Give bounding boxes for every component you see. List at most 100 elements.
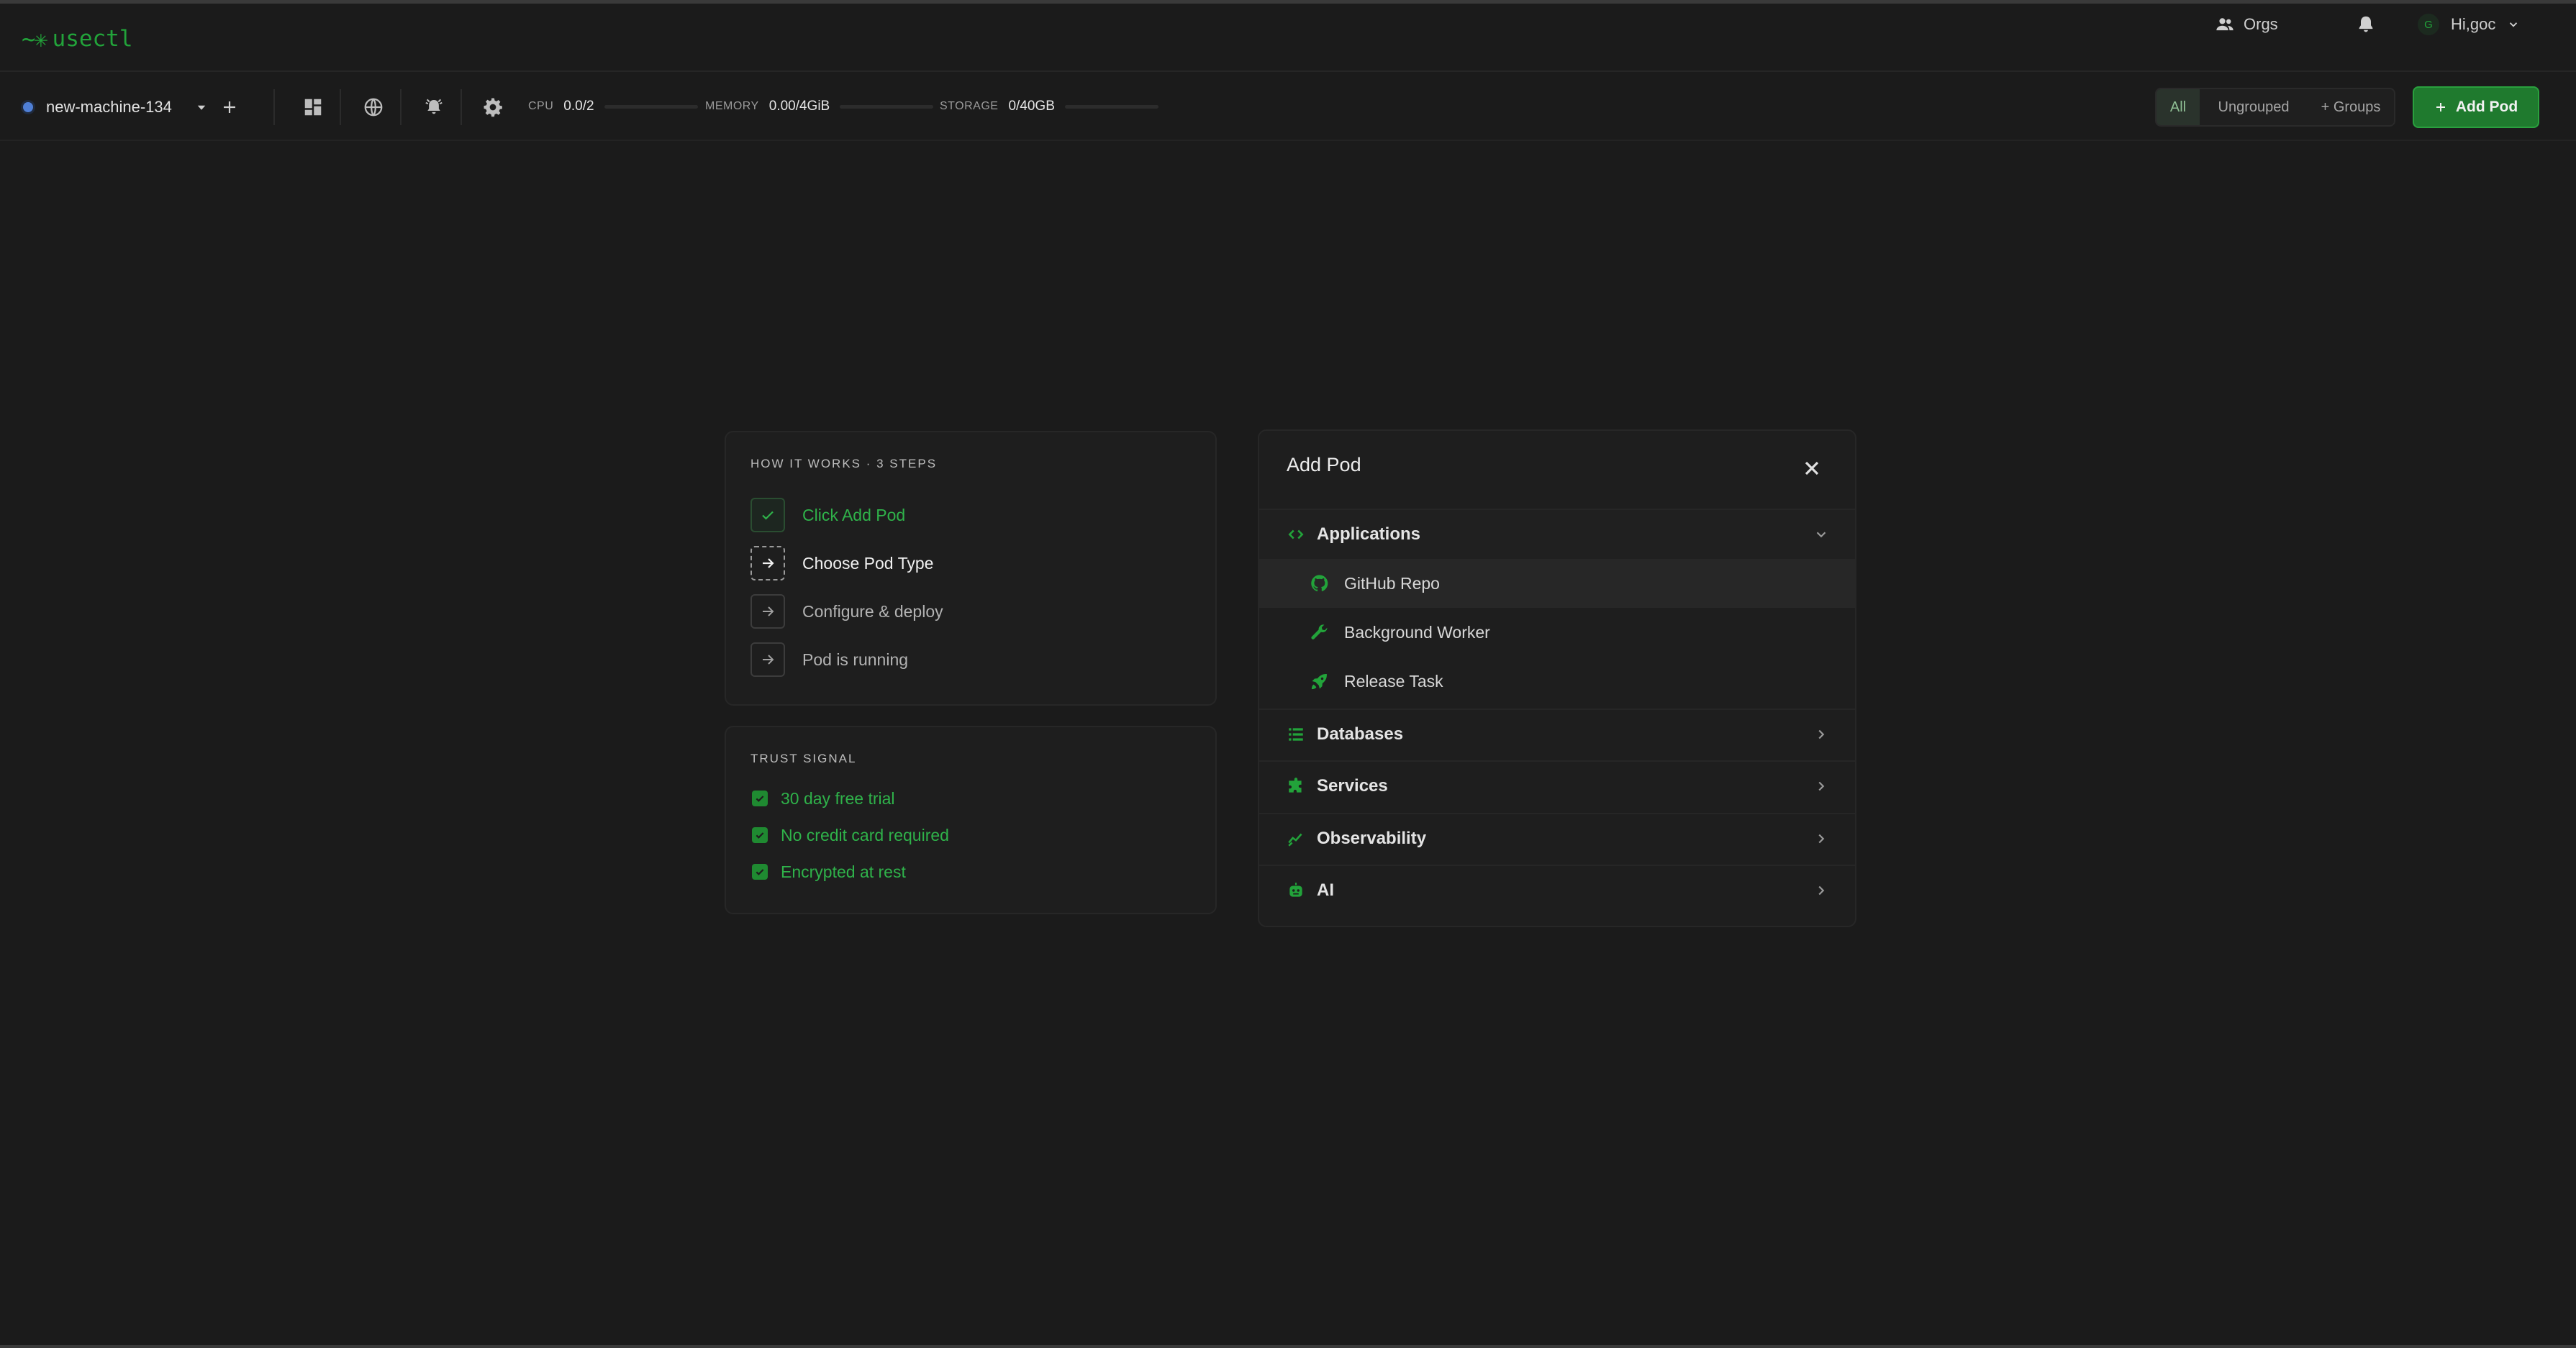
trust-signal-title: TRUST SIGNAL — [750, 752, 857, 765]
pod-type-label: GitHub Repo — [1344, 573, 1440, 593]
trust-signal-card: TRUST SIGNAL 30 day free trial No credit… — [725, 726, 1217, 914]
category-databases[interactable]: Databases — [1259, 709, 1855, 759]
puzzle-icon — [1289, 778, 1302, 793]
memory-value: 0.00/4GiB — [768, 99, 830, 114]
trust-item: No credit card required — [752, 824, 949, 846]
memory-metric: MEMORY 0.00/4GiB — [705, 95, 934, 118]
add-pod-button[interactable]: Add Pod — [2413, 86, 2539, 128]
category-label: Applications — [1317, 524, 1421, 544]
trust-item-label: Encrypted at rest — [781, 862, 906, 881]
filter-all[interactable]: All — [2157, 89, 2200, 125]
step-status-box — [750, 594, 785, 629]
trust-item: 30 day free trial — [752, 788, 895, 809]
gear-icon[interactable] — [482, 96, 504, 118]
step-item: Click Add Pod — [750, 497, 905, 533]
app-logo[interactable]: ~✳ usectl — [22, 22, 133, 56]
how-it-works-title: HOW IT WORKS · 3 STEPS — [750, 457, 938, 470]
github-icon — [1311, 575, 1328, 592]
panel-title: Add Pod — [1287, 454, 1361, 475]
step-label: Choose Pod Type — [802, 553, 934, 573]
pod-type-background-worker[interactable]: Background Worker — [1259, 608, 1855, 657]
pod-type-label: Background Worker — [1344, 622, 1490, 642]
category-label: Observability — [1317, 829, 1427, 848]
machine-status-dot — [23, 102, 33, 112]
toolbar-divider — [461, 89, 462, 125]
filter-groups[interactable]: + Groups — [2308, 89, 2394, 125]
chevron-right-icon — [1818, 781, 1825, 791]
user-greeting: Hi,goc — [2451, 15, 2496, 33]
chevron-right-icon — [1818, 885, 1825, 896]
step-item: Choose Pod Type — [750, 545, 933, 581]
list-icon — [1289, 728, 1303, 741]
category-applications[interactable]: Applications — [1259, 509, 1855, 559]
group-filter: All Ungrouped + Groups — [2155, 88, 2395, 127]
alarm-bell-icon[interactable] — [423, 96, 445, 118]
pod-type-label: Release Task — [1344, 671, 1443, 691]
trust-item: Encrypted at rest — [752, 861, 906, 883]
add-pod-panel: Add Pod Applications GitHub Repo Backgro… — [1258, 429, 1856, 927]
logo-text: usectl — [52, 26, 133, 52]
wrench-icon — [1311, 624, 1328, 639]
storage-usage-bar — [1064, 104, 1158, 109]
step-status-box — [750, 642, 785, 677]
how-it-works-card: HOW IT WORKS · 3 STEPS Click Add Pod Cho… — [725, 431, 1217, 706]
rocket-icon — [1311, 674, 1327, 690]
pod-type-github-repo[interactable]: GitHub Repo — [1259, 559, 1855, 608]
step-status-box — [750, 546, 785, 580]
trend-icon — [1288, 833, 1302, 847]
machine-name: new-machine-134 — [46, 98, 172, 116]
cpu-usage-bar — [604, 104, 698, 109]
plus-icon[interactable] — [221, 99, 238, 116]
memory-usage-bar — [840, 104, 934, 109]
category-services[interactable]: Services — [1259, 760, 1855, 811]
dashboard-icon[interactable] — [302, 96, 324, 118]
cpu-value: 0.0/2 — [563, 99, 594, 114]
top-bar: ~✳ usectl Orgs G Hi,goc — [0, 7, 2576, 72]
chevron-right-icon — [1818, 729, 1825, 739]
filter-ungrouped[interactable]: Ungrouped — [2200, 89, 2308, 125]
avatar: G — [2418, 14, 2439, 35]
storage-value: 0/40GB — [1008, 99, 1055, 114]
step-label: Pod is running — [802, 650, 909, 669]
checkbox-checked-icon — [752, 864, 768, 880]
storage-metric: STORAGE 0/40GB — [940, 95, 1158, 118]
chevron-down-icon — [1816, 532, 1826, 538]
logo-mark-icon: ~✳ — [22, 25, 48, 53]
cpu-label: CPU — [528, 100, 554, 112]
storage-label: STORAGE — [940, 100, 999, 112]
checkbox-checked-icon — [752, 827, 768, 843]
step-item: Pod is running — [750, 642, 908, 678]
step-label: Configure & deploy — [802, 601, 943, 621]
toolbar-divider — [400, 89, 402, 125]
toolbar-divider — [340, 89, 341, 125]
step-label: Click Add Pod — [802, 505, 906, 524]
memory-label: MEMORY — [705, 100, 759, 112]
category-ai[interactable]: AI — [1259, 865, 1855, 915]
machine-toolbar: new-machine-134 CPU 0.0/2 MEMORY 0.00/4G… — [0, 73, 2576, 141]
globe-icon[interactable] — [363, 96, 384, 118]
users-icon — [2216, 18, 2233, 31]
arrow-right-icon — [763, 655, 774, 665]
category-label: Services — [1317, 776, 1388, 796]
machine-selector[interactable]: new-machine-134 — [23, 89, 275, 125]
trust-item-label: 30 day free trial — [781, 788, 895, 808]
arrow-right-icon — [763, 558, 774, 568]
arrow-right-icon — [763, 606, 774, 616]
plus-icon — [2436, 103, 2445, 111]
close-icon[interactable] — [1800, 457, 1823, 480]
check-icon — [762, 511, 774, 520]
checkbox-checked-icon — [752, 791, 768, 806]
robot-icon — [1289, 883, 1302, 897]
trust-item-label: No credit card required — [781, 825, 949, 844]
orgs-label: Orgs — [2244, 15, 2278, 33]
orgs-button[interactable]: Orgs — [2215, 7, 2278, 42]
caret-down-icon[interactable] — [195, 101, 208, 114]
pod-type-release-task[interactable]: Release Task — [1259, 657, 1855, 706]
bell-icon[interactable] — [2356, 14, 2376, 35]
category-observability[interactable]: Observability — [1259, 813, 1855, 863]
chevron-right-icon — [1818, 834, 1825, 844]
chevron-down-icon — [2510, 22, 2518, 27]
code-icon — [1288, 529, 1304, 539]
user-menu[interactable]: G Hi,goc — [2418, 7, 2520, 42]
category-label: Databases — [1317, 724, 1404, 744]
